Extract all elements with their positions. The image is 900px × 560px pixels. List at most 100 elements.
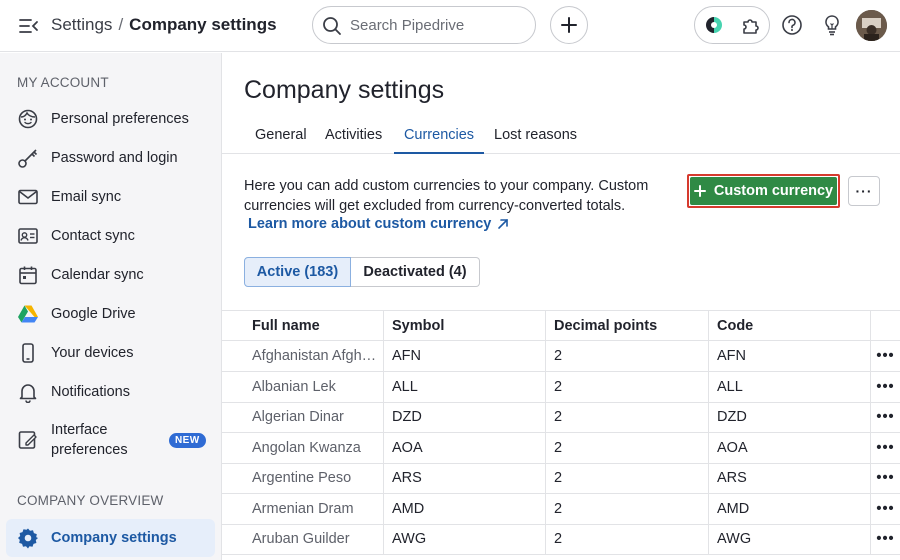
table-row[interactable]: Algerian Dinar DZD 2 DZD ••• bbox=[222, 402, 900, 433]
section-title-my-account: MY ACCOUNT bbox=[17, 75, 109, 90]
status-filter: Active (183) Deactivated (4) bbox=[244, 257, 480, 287]
puzzle-icon[interactable] bbox=[741, 15, 761, 40]
column-header-full-name[interactable]: Full name bbox=[244, 311, 383, 340]
google-drive-icon bbox=[17, 303, 39, 325]
cell-full-name: Afghanistan Afgh… bbox=[252, 348, 377, 364]
cell-symbol: ALL bbox=[383, 372, 545, 402]
new-badge: NEW bbox=[169, 433, 206, 448]
table-row[interactable]: Argentine Peso ARS 2 ARS ••• bbox=[222, 463, 900, 494]
external-link-icon bbox=[498, 219, 509, 229]
table-row[interactable]: Albanian Lek ALL 2 ALL ••• bbox=[222, 372, 900, 403]
row-actions-button[interactable]: ••• bbox=[870, 341, 900, 371]
lightbulb-icon[interactable] bbox=[820, 13, 844, 37]
collapse-menu-icon[interactable] bbox=[18, 15, 40, 37]
sidebar-item-personal-preferences[interactable]: Personal preferences bbox=[6, 100, 215, 138]
row-actions-button[interactable]: ••• bbox=[870, 433, 900, 463]
row-actions-button[interactable]: ••• bbox=[870, 402, 900, 432]
sidebar-item-contact-sync[interactable]: Contact sync bbox=[6, 217, 215, 255]
table-row[interactable]: Armenian Dram AMD 2 AMD ••• bbox=[222, 494, 900, 525]
learn-more-label: Learn more about custom currency bbox=[248, 216, 492, 232]
sidebar-item-notifications[interactable]: Notifications bbox=[6, 373, 215, 411]
sidebar-item-your-devices[interactable]: Your devices bbox=[6, 334, 215, 372]
row-actions-button[interactable]: ••• bbox=[870, 463, 900, 493]
help-icon[interactable] bbox=[780, 13, 804, 37]
sidebar-item-password-and-login[interactable]: Password and login bbox=[6, 139, 215, 177]
filter-deactivated[interactable]: Deactivated (4) bbox=[351, 257, 480, 287]
row-actions-button[interactable]: ••• bbox=[870, 372, 900, 402]
sidebar-item-label: Calendar sync bbox=[51, 267, 144, 283]
cell-symbol: AWG bbox=[383, 524, 545, 554]
more-options-button[interactable]: ··· bbox=[848, 176, 880, 206]
table-row[interactable]: Angolan Kwanza AOA 2 AOA ••• bbox=[222, 433, 900, 464]
add-custom-currency-button[interactable]: Custom currency bbox=[687, 174, 840, 208]
sidebar-item-calendar-sync[interactable]: Calendar sync bbox=[6, 256, 215, 294]
filter-active[interactable]: Active (183) bbox=[244, 257, 351, 287]
sidebar-item-label: Interface preferences bbox=[51, 422, 128, 458]
sidebar-item-google-drive[interactable]: Google Drive bbox=[6, 295, 215, 333]
plus-icon bbox=[561, 17, 577, 33]
section-title-company-overview: COMPANY OVERVIEW bbox=[17, 493, 164, 508]
cell-decimal-points: 2 bbox=[545, 494, 708, 524]
sidebar-item-label: Password and login bbox=[51, 150, 178, 166]
cell-decimal-points: 2 bbox=[545, 524, 708, 554]
cell-code: AMD bbox=[708, 494, 870, 524]
sidebar-item-interface-preferences[interactable]: Interface preferences NEW bbox=[6, 411, 215, 469]
table-header: Full name Symbol Decimal points Code bbox=[222, 310, 900, 341]
contact-card-icon bbox=[17, 225, 39, 247]
cell-full-name: Aruban Guilder bbox=[252, 531, 350, 547]
column-header-decimal-points[interactable]: Decimal points bbox=[545, 311, 708, 340]
page-title: Company settings bbox=[244, 76, 445, 104]
cell-symbol: ARS bbox=[383, 463, 545, 493]
sidebar-item-label: Company settings bbox=[51, 530, 177, 546]
column-header-code[interactable]: Code bbox=[708, 311, 870, 340]
smiley-icon bbox=[17, 108, 39, 130]
cell-decimal-points: 2 bbox=[545, 433, 708, 463]
cell-full-name: Albanian Lek bbox=[252, 379, 336, 395]
breadcrumb-current: Company settings bbox=[129, 15, 277, 34]
cell-code: DZD bbox=[708, 402, 870, 432]
search-box[interactable] bbox=[312, 6, 536, 44]
sidebar-item-label: Your devices bbox=[51, 345, 134, 361]
tab-activities[interactable]: Activities bbox=[325, 118, 382, 154]
tab-general[interactable]: General bbox=[255, 118, 307, 154]
cell-decimal-points: 2 bbox=[545, 341, 708, 371]
column-header-actions bbox=[870, 311, 900, 340]
column-header-symbol[interactable]: Symbol bbox=[383, 311, 545, 340]
search-input[interactable] bbox=[350, 15, 528, 35]
sales-assistant-icon[interactable] bbox=[704, 15, 724, 40]
cell-symbol: DZD bbox=[383, 402, 545, 432]
breadcrumb: Settings / Company settings bbox=[51, 15, 277, 35]
cell-symbol: AOA bbox=[383, 433, 545, 463]
phone-icon bbox=[17, 342, 39, 364]
cell-full-name: Armenian Dram bbox=[252, 501, 354, 517]
sidebar-item-company-settings[interactable]: Company settings bbox=[6, 519, 215, 557]
interface-edit-icon bbox=[17, 429, 39, 451]
tab-lost-reasons[interactable]: Lost reasons bbox=[494, 118, 577, 154]
bell-icon bbox=[17, 381, 39, 403]
key-icon bbox=[17, 147, 39, 169]
cell-full-name: Angolan Kwanza bbox=[252, 440, 361, 456]
row-actions-button[interactable]: ••• bbox=[870, 524, 900, 554]
sidebar-item-label: Email sync bbox=[51, 189, 122, 205]
breadcrumb-separator: / bbox=[118, 15, 124, 34]
sidebar-item-email-sync[interactable]: Email sync bbox=[6, 178, 215, 216]
quick-add-button[interactable] bbox=[550, 6, 588, 44]
row-actions-button[interactable]: ••• bbox=[870, 494, 900, 524]
cell-symbol: AFN bbox=[383, 341, 545, 371]
cell-code: AFN bbox=[708, 341, 870, 371]
top-bar: Settings / Company settings bbox=[0, 0, 900, 52]
tab-currencies[interactable]: Currencies bbox=[394, 118, 484, 154]
breadcrumb-settings[interactable]: Settings bbox=[51, 15, 112, 34]
currencies-description: Here you can add custom currencies to yo… bbox=[244, 178, 649, 214]
plus-icon bbox=[693, 185, 706, 197]
cell-code: ARS bbox=[708, 463, 870, 493]
avatar[interactable] bbox=[856, 10, 887, 41]
table-row[interactable]: Aruban Guilder AWG 2 AWG ••• bbox=[222, 524, 900, 555]
cell-full-name: Argentine Peso bbox=[252, 470, 352, 486]
cell-decimal-points: 2 bbox=[545, 372, 708, 402]
table-row[interactable]: Afghanistan Afgh… AFN 2 AFN ••• bbox=[222, 341, 900, 372]
sidebar-item-label: Notifications bbox=[51, 384, 130, 400]
cell-code: AWG bbox=[708, 524, 870, 554]
sidebar-item-label: Contact sync bbox=[51, 228, 135, 244]
learn-more-link[interactable]: Learn more about custom currency bbox=[248, 216, 510, 232]
